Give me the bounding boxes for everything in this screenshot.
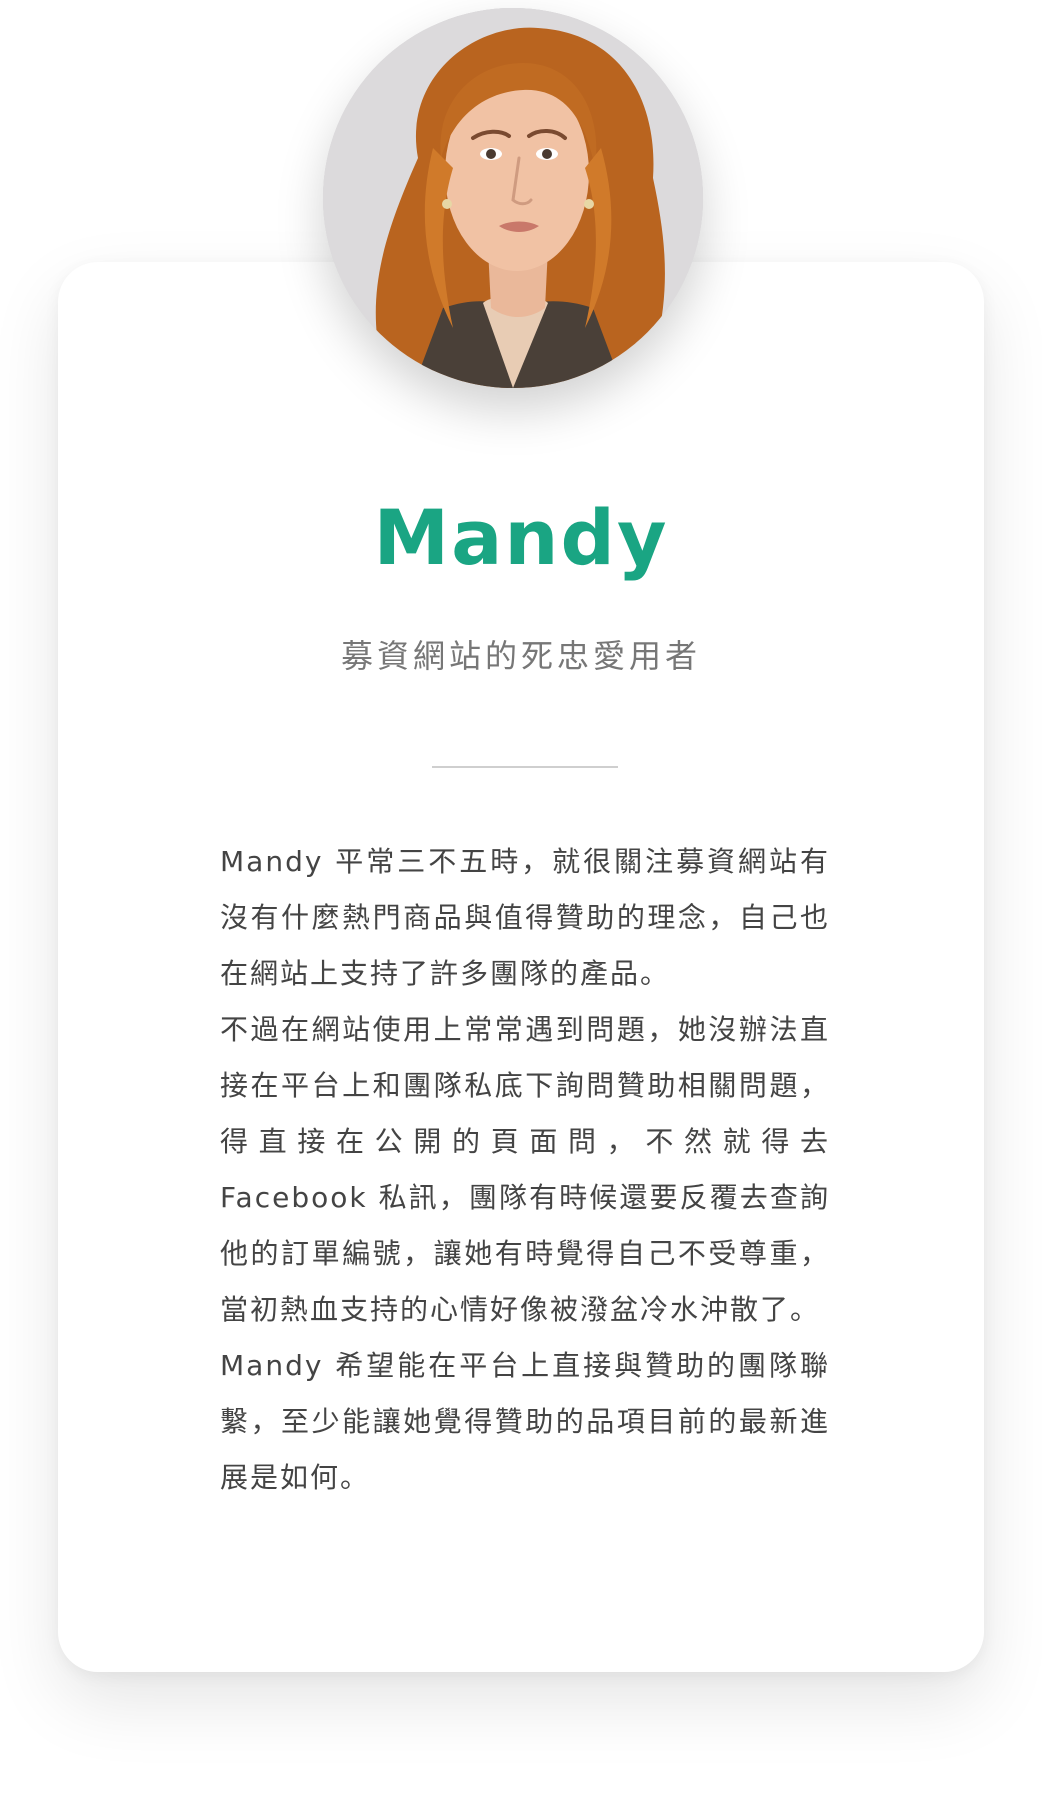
- bio-paragraph: 不過在網站使用上常常遇到問題，她沒辦法直接在平台上和團隊私底下詢問贊助相關問題，…: [220, 1013, 830, 1326]
- avatar-portrait-image: [323, 8, 703, 388]
- profile-bio: Mandy 平常三不五時，就很關注募資網站有沒有什麼熱門商品與值得贊助的理念，自…: [220, 834, 830, 1506]
- section-divider: [432, 766, 618, 768]
- bio-paragraph: Mandy 希望能在平台上直接與贊助的團隊聯繫，至少能讓她覺得贊助的品項目前的最…: [220, 1349, 830, 1494]
- bio-paragraph: Mandy 平常三不五時，就很關注募資網站有沒有什麼熱門商品與值得贊助的理念，自…: [220, 845, 830, 990]
- avatar: [323, 8, 703, 388]
- profile-tagline: 募資網站的死忠愛用者: [340, 637, 701, 675]
- profile-name: Mandy: [373, 493, 669, 582]
